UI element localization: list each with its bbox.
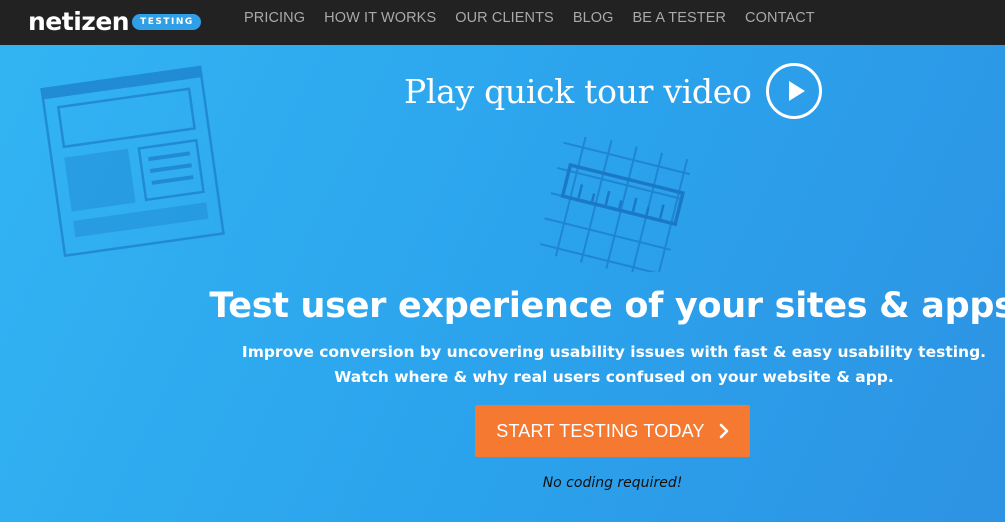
nav-item-contact[interactable]: CONTACT [745,10,815,26]
wireframe-illustration [40,65,225,257]
logo-wordmark: netizen [28,6,130,36]
nav-item-blog[interactable]: BLOG [573,10,614,26]
start-testing-label: START TESTING TODAY [496,420,705,441]
hero-subline-1: Improve conversion by uncovering usabili… [241,343,987,361]
no-coding-note: No coding required! [542,475,683,491]
nav-item-be-a-tester[interactable]: BE A TESTER [633,10,727,26]
start-testing-button[interactable]: START TESTING TODAY [475,405,750,457]
top-navbar: netizen TESTING PRICING HOW IT WORKS OUR… [0,0,1005,45]
nav-menu: PRICING HOW IT WORKS OUR CLIENTS BLOG BE… [244,0,834,36]
nav-item-our-clients[interactable]: OUR CLIENTS [455,10,554,26]
hero-subline-2: Watch where & why real users confused on… [334,368,894,386]
tour-video-label: Play quick tour video [404,71,752,111]
hero-section: Play quick tour video Test user experien… [0,45,1005,522]
chevron-right-icon [719,423,729,439]
nav-item-how-it-works[interactable]: HOW IT WORKS [324,10,436,26]
logo[interactable]: netizen TESTING [28,3,201,39]
hero-headline: Test user experience of your sites & app… [209,286,1005,326]
tour-video-link[interactable]: Play quick tour video [404,61,822,121]
nav-item-pricing[interactable]: PRICING [244,10,305,26]
play-icon[interactable] [765,63,822,119]
logo-tag: TESTING [132,14,201,30]
ruler-grid-illustration [540,137,690,272]
